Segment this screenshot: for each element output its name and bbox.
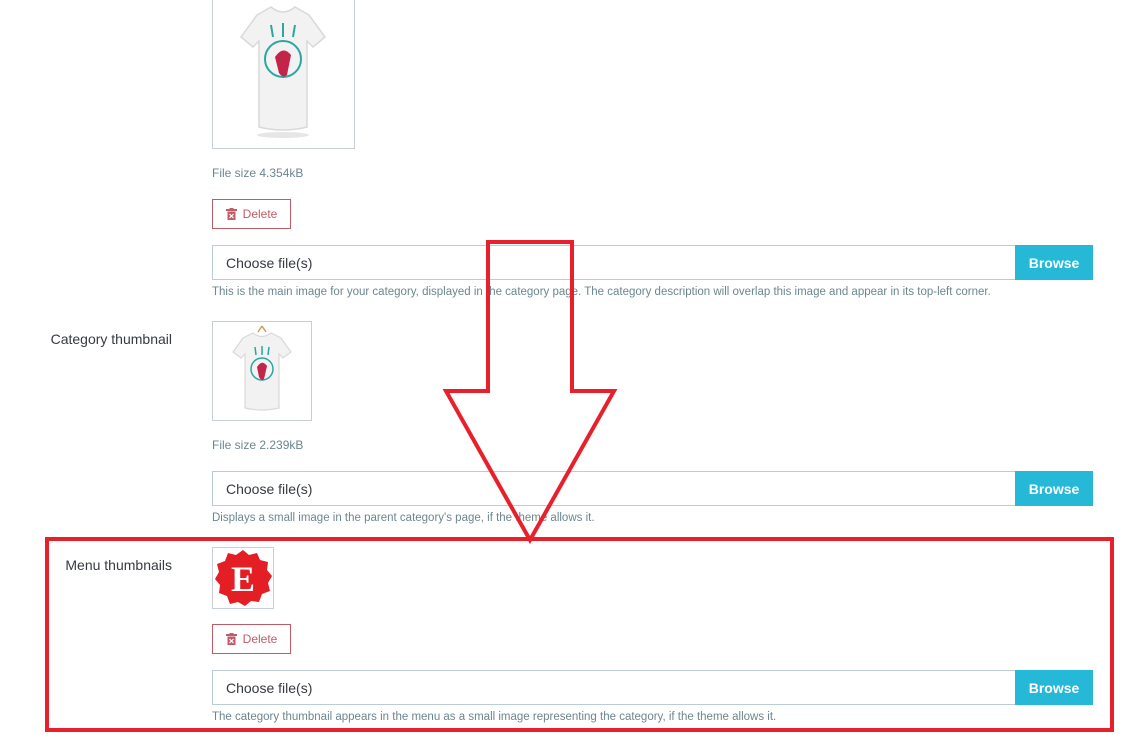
file-input-placeholder: Choose file(s) (226, 480, 313, 497)
tshirt-image (239, 6, 327, 138)
trash-icon (225, 208, 237, 220)
category-thumbnail-file-input[interactable]: Choose file(s) (212, 471, 1016, 506)
category-image-preview (212, 0, 355, 149)
file-input-placeholder: Choose file(s) (226, 254, 313, 271)
category-image-file-size: File size 4.354kB (212, 166, 304, 180)
tshirt-image (232, 325, 292, 411)
annotation-highlight-box (45, 537, 1114, 732)
category-thumbnail-help-text: Displays a small image in the parent cat… (212, 512, 595, 524)
category-thumbnail-browse-button[interactable]: Browse (1015, 471, 1093, 506)
category-thumbnail-file-size: File size 2.239kB (212, 438, 304, 452)
category-image-file-input[interactable]: Choose file(s) (212, 245, 1016, 280)
delete-label: Delete (242, 207, 278, 221)
category-image-browse-button[interactable]: Browse (1015, 245, 1093, 280)
delete-category-image-button[interactable]: Delete (212, 199, 291, 229)
category-thumbnail-label: Category thumbnail (50, 331, 172, 347)
category-thumbnail-preview (212, 321, 312, 421)
category-image-help-text: This is the main image for your category… (212, 286, 991, 298)
